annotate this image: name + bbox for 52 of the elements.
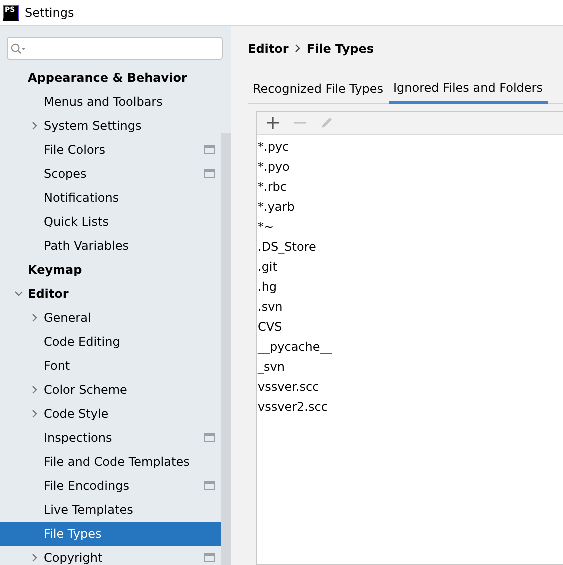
tree-item[interactable]: Code Style: [0, 402, 221, 426]
breadcrumb-item[interactable]: Editor: [248, 40, 289, 58]
pattern-row[interactable]: vssver.scc: [257, 377, 563, 397]
chevron-right-icon[interactable]: [31, 410, 39, 418]
tree-item[interactable]: File Types: [0, 522, 221, 546]
tree-item[interactable]: Scopes: [0, 162, 221, 186]
tree-item[interactable]: Quick Lists: [0, 210, 221, 234]
chevron-right-icon[interactable]: [31, 122, 39, 130]
pattern-row[interactable]: _svn: [257, 357, 563, 377]
tree-item[interactable]: Code Editing: [0, 330, 221, 354]
pattern-row[interactable]: *.pyc: [257, 137, 563, 157]
pattern-row[interactable]: .DS_Store: [257, 237, 563, 257]
tree-item[interactable]: File and Code Templates: [0, 450, 221, 474]
pattern-row[interactable]: vssver2.scc: [257, 397, 563, 417]
search-icon: [11, 42, 26, 54]
add-icon: [266, 116, 280, 130]
pattern-row[interactable]: .git: [257, 257, 563, 277]
tree-item[interactable]: Keymap: [0, 258, 221, 282]
chevron-right-icon[interactable]: [31, 314, 39, 322]
tree-item[interactable]: File Colors: [0, 138, 221, 162]
chevron-right-icon[interactable]: [31, 386, 39, 394]
pattern-row[interactable]: __pycache__: [257, 337, 563, 357]
tree-item[interactable]: Font: [0, 354, 221, 378]
pattern-row[interactable]: *.yarb: [257, 197, 563, 217]
tree-item[interactable]: File Encodings: [0, 474, 221, 498]
tab[interactable]: Recognized File Types: [248, 74, 388, 104]
tree-item[interactable]: General: [0, 306, 221, 330]
scrollbar[interactable]: [221, 133, 231, 565]
pattern-row[interactable]: *.pyo: [257, 157, 563, 177]
tree-item[interactable]: Live Templates: [0, 498, 221, 522]
chevron-right-icon: [294, 44, 301, 53]
tree-item[interactable]: System Settings: [0, 114, 221, 138]
search-field[interactable]: [7, 37, 223, 60]
tree-item[interactable]: Color Scheme: [0, 378, 221, 402]
pattern-row[interactable]: CVS: [257, 317, 563, 337]
chevron-down-icon[interactable]: [15, 290, 23, 298]
tree-item[interactable]: Inspections: [0, 426, 221, 450]
breadcrumb-item[interactable]: File Types: [306, 40, 374, 58]
pencil-icon: [320, 116, 334, 130]
tree-item[interactable]: Menus and Toolbars: [0, 90, 221, 114]
pattern-row[interactable]: .hg: [257, 277, 563, 297]
tree-item[interactable]: Path Variables: [0, 234, 221, 258]
chevron-right-icon[interactable]: [31, 554, 39, 562]
pattern-row[interactable]: *~: [257, 217, 563, 237]
tree-item[interactable]: Notifications: [0, 186, 221, 210]
tree-item[interactable]: Copyright: [0, 546, 221, 565]
window-title: Settings: [25, 4, 74, 22]
pattern-row[interactable]: *.rbc: [257, 177, 563, 197]
tab[interactable]: Ignored Files and Folders: [388, 74, 548, 104]
tree-item[interactable]: Editor: [0, 282, 221, 306]
pattern-row[interactable]: .svn: [257, 297, 563, 317]
tree-item[interactable]: Appearance & Behavior: [0, 66, 221, 90]
